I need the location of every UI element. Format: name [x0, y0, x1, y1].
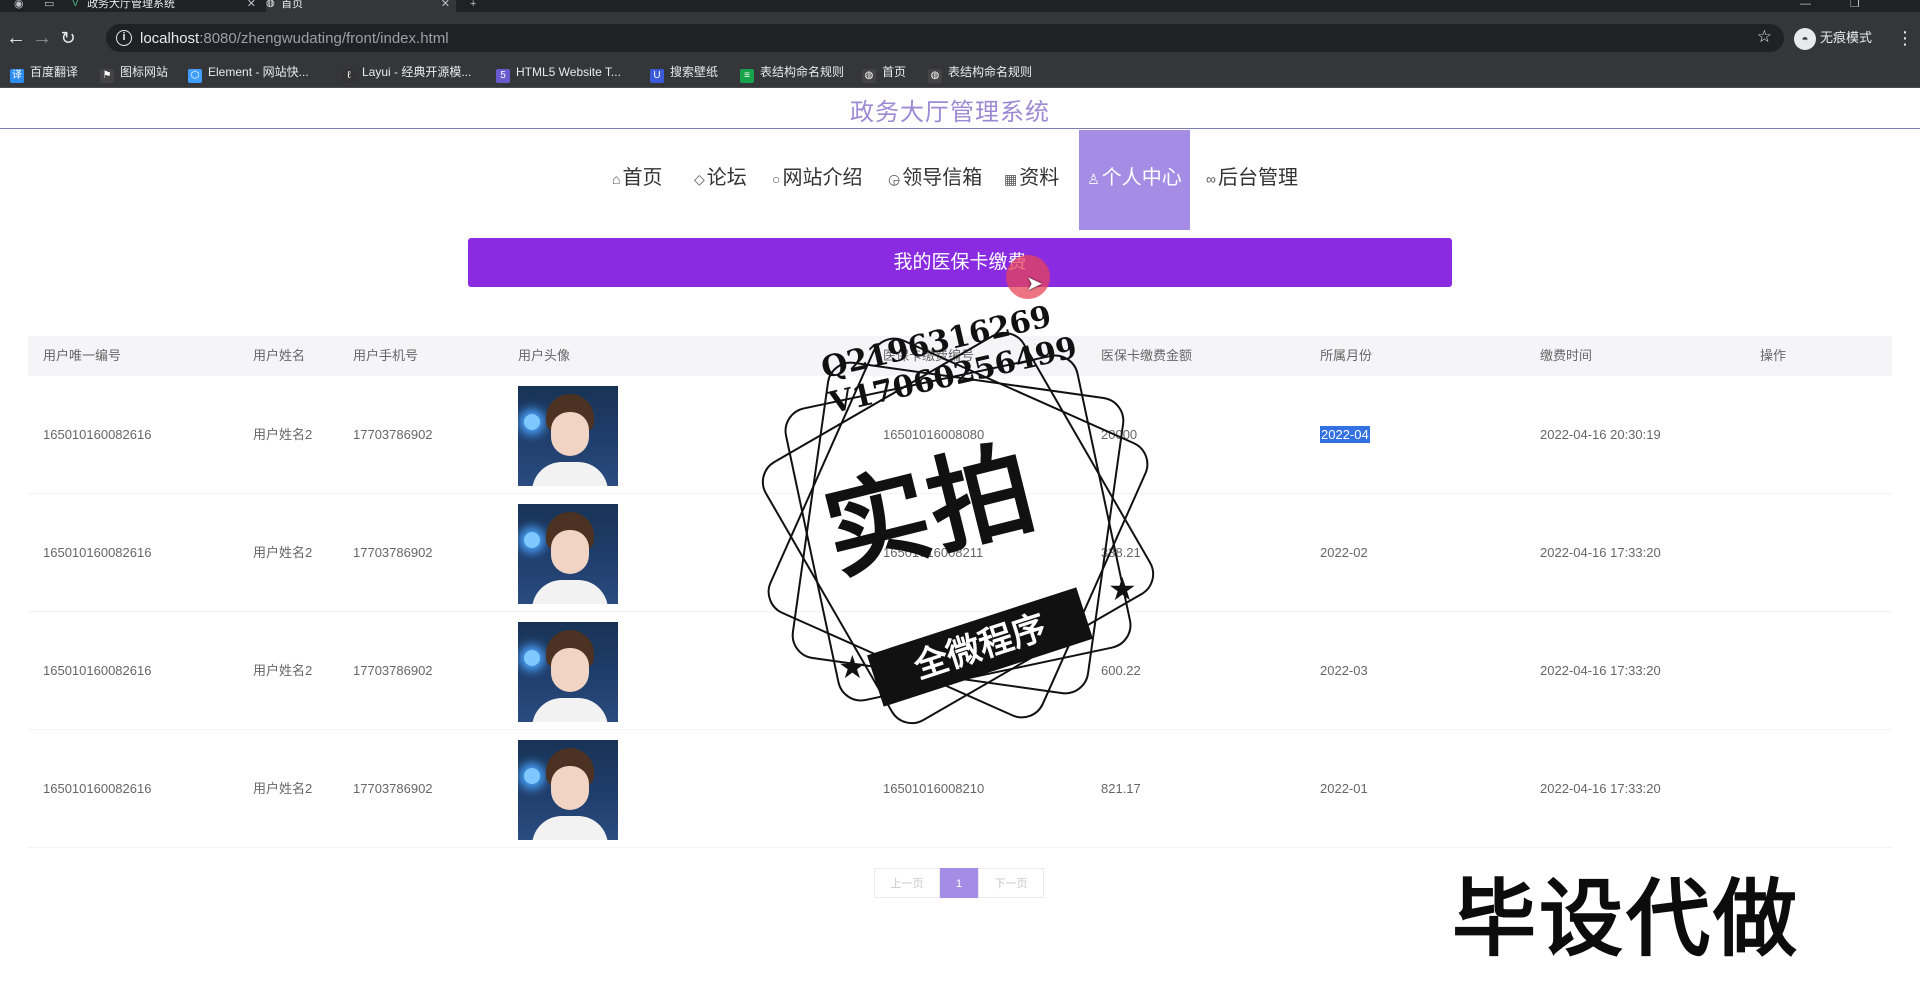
bookmarks-bar: 译百度翻译 ⚑ 图标网站 ⬡ Element - 网站快... ℓ Layui - 经… [0, 55, 1920, 88]
back-icon[interactable]: ← [4, 26, 28, 50]
cell-time: 2022-04-16 17:33:20 [1540, 545, 1661, 560]
forward-icon[interactable]: → [30, 26, 54, 50]
element-icon: ⬡ [188, 69, 202, 83]
vue-icon: V [72, 0, 79, 9]
browser-tab-bar: ◉ ▭ V 政务大厅管理系统 ✕ ◍ 首页 ✕ + — ❐ [0, 0, 1920, 12]
column-header: 所属月份 [1320, 348, 1373, 363]
globe-icon: ◍ [862, 69, 876, 83]
url-text[interactable]: localhost:8080/zhengwudating/front/index… [140, 30, 449, 47]
bookmark-item[interactable]: ◍ 首页 [862, 63, 906, 83]
cell-phone: 17703786902 [353, 545, 433, 560]
page-number-current[interactable]: 1 [940, 868, 978, 898]
calendar-icon: ▦ [1004, 171, 1018, 187]
column-header: 用户唯一编号 [43, 348, 122, 363]
star-icon: ★ [1108, 571, 1137, 607]
avatar [518, 622, 618, 722]
tab-home[interactable]: ◍ 首页 ✕ [266, 0, 456, 12]
prev-page-button[interactable]: 上一页 [874, 868, 940, 898]
compass-icon: ◶ [888, 171, 901, 187]
incognito-label: 无痕模式 [1820, 30, 1873, 45]
cell-phone: 17703786902 [353, 427, 433, 442]
column-header: 缴费时间 [1540, 348, 1593, 363]
nav-item-mailbox[interactable]: ◶ 领导信箱 [888, 130, 982, 230]
close-tab-icon[interactable]: ✕ [247, 0, 256, 10]
restore-icon[interactable]: ❐ [1850, 0, 1860, 10]
title-divider [0, 128, 1920, 129]
column-header: 用户手机号 [353, 348, 419, 363]
cell-phone: 17703786902 [353, 663, 433, 678]
bookmark-item[interactable]: 5 HTML5 Website T... [496, 63, 621, 83]
home-icon: ⌂ [612, 171, 621, 187]
tab-search-icon[interactable]: ▭ [44, 0, 54, 10]
link-icon: ∞ [1206, 171, 1216, 187]
site-info-icon[interactable]: i [116, 30, 132, 46]
translate-icon: 译 [10, 69, 24, 83]
cell-phone: 17703786902 [353, 781, 433, 796]
avatar [518, 386, 618, 486]
flag-icon: ⚑ [100, 69, 114, 83]
user-icon: ♙ [1087, 171, 1100, 187]
bookmark-item[interactable]: ℓ Layui - 经典开源模... [342, 63, 471, 83]
nav-item-personal-center[interactable]: ♙ 个人中心 [1079, 130, 1190, 230]
bookmark-item[interactable]: U 搜索壁纸 [650, 63, 718, 83]
cell-time: 2022-04-16 17:33:20 [1540, 663, 1661, 678]
cell-name: 用户姓名2 [253, 427, 313, 442]
cell-month: 2022-02 [1320, 545, 1368, 560]
close-tab-icon[interactable]: ✕ [441, 0, 450, 10]
avatar [518, 740, 618, 840]
chrome-menu-icon[interactable]: ◉ [14, 0, 24, 10]
watermark-corner-text: 毕设代做 [1452, 872, 1801, 966]
browser-menu-icon[interactable]: ⋮ [1896, 26, 1914, 50]
html5-icon: 5 [496, 69, 510, 83]
nav-item-admin[interactable]: ∞ 后台管理 [1206, 130, 1298, 230]
column-header: 操作 [1760, 348, 1787, 363]
tab-admin[interactable]: V 政务大厅管理系统 ✕ [72, 0, 262, 12]
cell-month: 2022-03 [1320, 663, 1368, 678]
bookmark-star-icon[interactable]: ☆ [1757, 27, 1772, 47]
globe-icon: ◍ [266, 0, 275, 9]
cell-month: 2022-01 [1320, 781, 1368, 796]
nav-item-home[interactable]: ⌂ 首页 [612, 130, 662, 230]
nav-item-forum[interactable]: ◇ 论坛 [694, 130, 747, 230]
incognito-indicator[interactable]: ◓ 无痕模式 [1794, 24, 1872, 52]
star-icon: ★ [838, 649, 867, 685]
bookmark-item[interactable]: ⬡ Element - 网站快... [188, 63, 309, 83]
address-bar[interactable]: i localhost:8080/zhengwudating/front/ind… [106, 24, 1784, 52]
cell-time: 2022-04-16 20:30:19 [1540, 427, 1661, 442]
cell-uid: 165010160082616 [43, 663, 152, 678]
incognito-icon: ◓ [1794, 27, 1816, 50]
bookmark-item[interactable]: ◍ 表结构命名规则 [928, 63, 1032, 83]
cell-uid: 165010160082616 [43, 781, 152, 796]
layui-icon: ℓ [342, 69, 356, 83]
page-banner[interactable]: 我的医保卡缴费 [468, 238, 1452, 287]
minimize-icon[interactable]: — [1800, 0, 1811, 10]
nav-item-about[interactable]: ○ 网站介绍 [772, 130, 862, 230]
new-tab-button[interactable]: + [470, 0, 476, 10]
avatar [518, 504, 618, 604]
cell-uid: 165010160082616 [43, 545, 152, 560]
watermark-stamp: Q2196316269 V17060256499 实拍 全微程序 ★ ★ [718, 288, 1198, 768]
column-header: 用户姓名 [253, 348, 306, 363]
tag-icon: ◇ [694, 171, 705, 187]
globe-icon: ◍ [928, 69, 942, 83]
bookmark-item[interactable]: ≡ 表结构命名规则 [740, 63, 844, 83]
tab-admin-title: 政务大厅管理系统 [87, 0, 176, 10]
cell-time: 2022-04-16 17:33:20 [1540, 781, 1661, 796]
reload-icon[interactable]: ↻ [56, 26, 80, 50]
sheet-icon: ≡ [740, 69, 754, 83]
bookmark-item[interactable]: ⚑ 图标网站 [100, 63, 168, 83]
bookmark-item[interactable]: 译百度翻译 [10, 63, 78, 83]
cell-uid: 165010160082616 [43, 427, 152, 442]
next-page-button[interactable]: 下一页 [978, 868, 1044, 898]
cell-name: 用户姓名2 [253, 781, 313, 796]
circle-icon: ○ [772, 171, 781, 187]
site-title: 政务大厅管理系统 [850, 99, 1050, 126]
cell-month: 2022-04 [1320, 426, 1370, 443]
cell-name: 用户姓名2 [253, 663, 313, 678]
nav-item-materials[interactable]: ▦ 资料 [1004, 130, 1059, 230]
column-header: 用户头像 [518, 348, 571, 363]
tab-home-title: 首页 [281, 0, 304, 10]
cell-name: 用户姓名2 [253, 545, 313, 560]
wallpaper-icon: U [650, 69, 664, 83]
